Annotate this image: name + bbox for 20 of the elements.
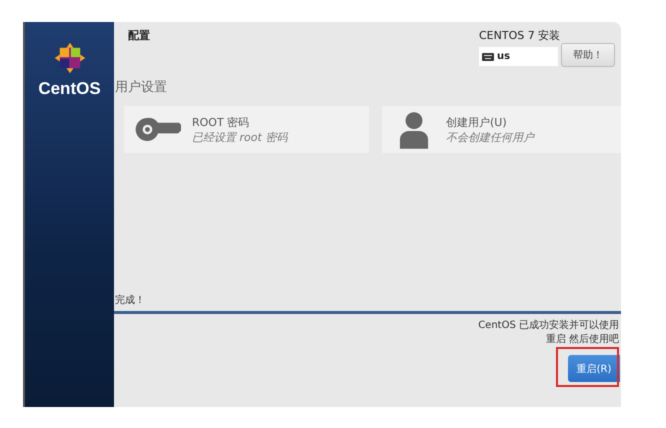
spoke-title: ROOT 密码 xyxy=(192,114,250,130)
key-icon xyxy=(135,117,181,142)
product-title: CENTOS 7 安装 xyxy=(479,28,560,43)
centos-logo-icon xyxy=(52,41,86,75)
page-title: 配置 xyxy=(128,28,150,44)
progress-label: 完成！ xyxy=(115,294,146,307)
reboot-button[interactable]: 重启(R) xyxy=(568,355,620,382)
spoke-title: 创建用户(U) xyxy=(446,114,508,130)
spoke-status: 已经设置 root 密码 xyxy=(192,130,288,144)
user-icon xyxy=(399,110,429,148)
status-message: 重启 然后使用吧 xyxy=(546,333,619,347)
logo-text: CentOS xyxy=(38,79,101,99)
spoke-card[interactable]: 创建用户(U) 不会创建任何用户 xyxy=(382,106,621,153)
keyboard-icon xyxy=(482,52,494,60)
help-button[interactable]: 帮助！ xyxy=(561,43,615,67)
section-title: 用户设置 xyxy=(115,79,168,96)
status-message: CentOS 已成功安装并可以使用 xyxy=(478,319,619,333)
keyboard-layout-field[interactable]: us xyxy=(479,47,558,66)
spoke-card[interactable]: ROOT 密码 已经设置 root 密码 xyxy=(124,106,369,153)
spoke-status: 不会创建任何用户 xyxy=(446,130,534,144)
